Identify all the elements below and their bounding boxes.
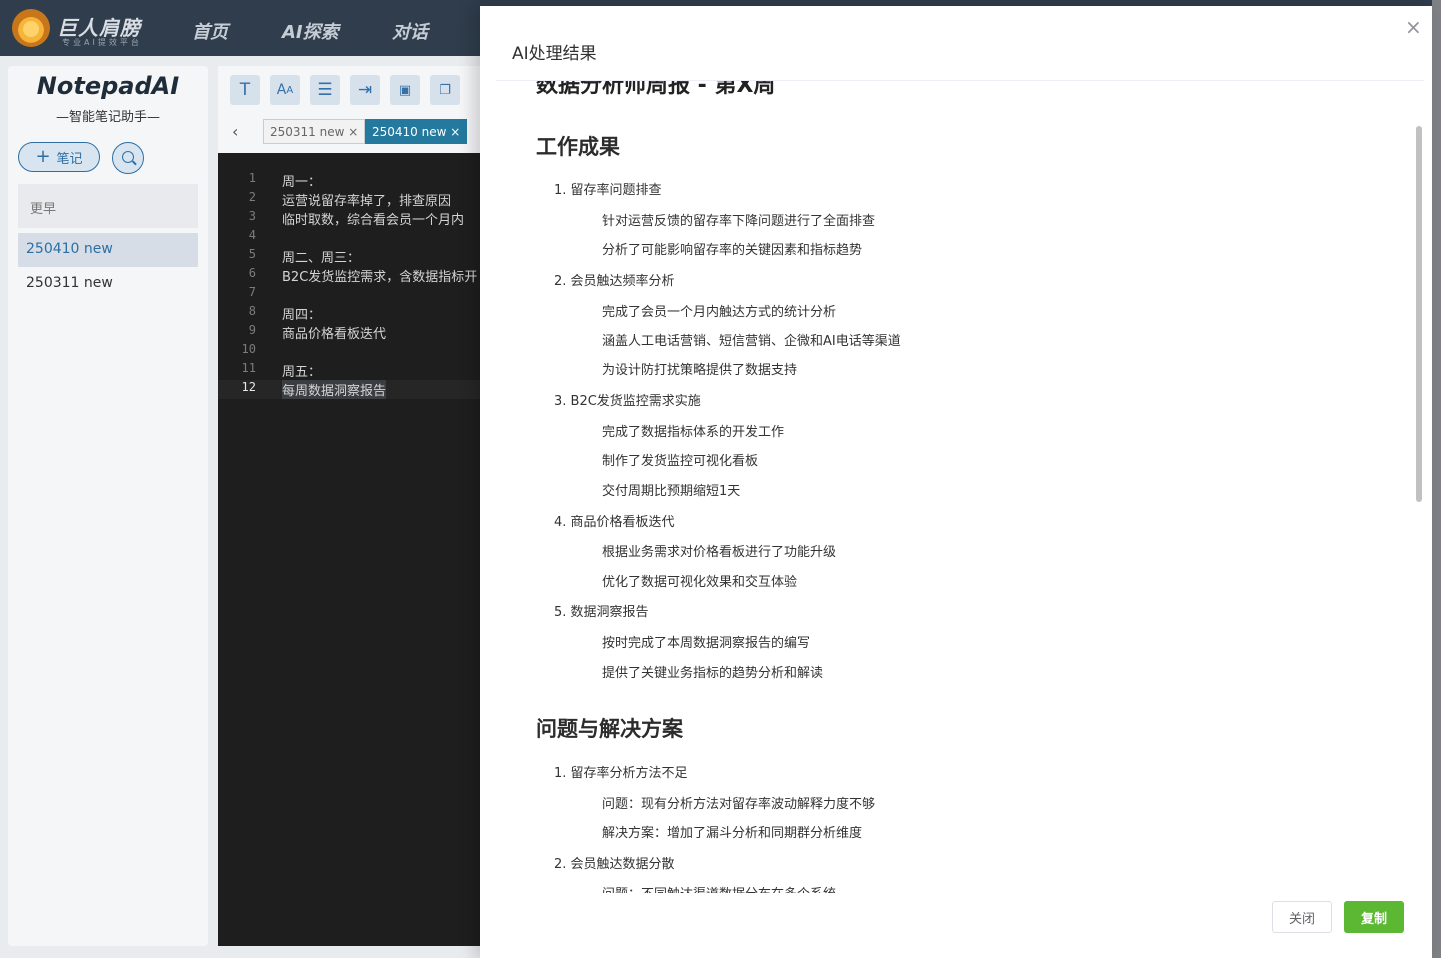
save-icon[interactable]: ▣ bbox=[390, 75, 420, 105]
section-heading: 工作成果 bbox=[536, 135, 620, 159]
list-item: 1. 留存率问题排查 bbox=[554, 183, 662, 198]
scrollbar-thumb[interactable] bbox=[1416, 126, 1422, 502]
indent-icon[interactable]: ⇥ bbox=[350, 75, 380, 105]
close-icon[interactable]: × bbox=[1405, 17, 1422, 37]
note-item-250410[interactable]: 250410 new bbox=[18, 233, 198, 267]
brand-title: NotepadAI bbox=[36, 72, 180, 100]
code-editor[interactable]: 1 周一： 2 运营说留存率掉了，排查原因 3 临时取数，综合看会员一个月内 4 5周… bbox=[218, 153, 480, 946]
list-item: 1. 留存率分析方法不足 bbox=[554, 766, 688, 781]
close-button[interactable]: 关闭 bbox=[1272, 901, 1332, 933]
list-item: 2. 会员触达频率分析 bbox=[554, 274, 675, 289]
copy-button[interactable]: 复制 bbox=[1344, 901, 1404, 933]
code-line: 10 bbox=[241, 342, 256, 356]
list-subitem: 制作了发货监控可视化看板 bbox=[602, 454, 759, 469]
font-size-icon[interactable]: AA bbox=[270, 75, 300, 105]
list-subitem: 完成了会员一个月内触达方式的统计分析 bbox=[602, 305, 837, 320]
list-subitem: 分析了可能影响留存率的关键因素和指标趋势 bbox=[602, 243, 863, 258]
code-line: 2 运营说留存率掉了，排查原因 bbox=[248, 190, 452, 209]
note-item-250311[interactable]: 250311 new bbox=[18, 267, 198, 301]
add-note-button[interactable]: + 笔记 bbox=[18, 142, 100, 172]
copy-icon[interactable]: ❐ bbox=[430, 75, 460, 105]
code-line: 6 B2C发货监控需求，含数据指标开 bbox=[248, 266, 478, 285]
code-line: 11 周五： bbox=[241, 361, 322, 380]
nav-ai-explore[interactable]: AI探索 bbox=[282, 18, 339, 44]
ai-result-drawer: AI处理结果 × 数据分析师周报 - 第X周 工作成果 1. 留存率问题排查 针… bbox=[480, 6, 1432, 958]
code-line: 1 周一： bbox=[248, 171, 322, 190]
list-subitem: 提供了关键业务指标的趋势分析和解读 bbox=[602, 666, 824, 681]
lion-logo-icon bbox=[12, 9, 50, 47]
list-subitem: 优化了数据可视化效果和交互体验 bbox=[602, 575, 798, 590]
drawer-title: AI处理结果 bbox=[512, 44, 597, 64]
group-label: 更早 bbox=[30, 202, 57, 217]
file-tab-250410[interactable]: 250410 new × bbox=[365, 119, 468, 144]
list-subitem: 涵盖人工电话营销、短信营销、企微和AI电话等渠道 bbox=[602, 334, 901, 349]
list-subitem: 交付周期比预期缩短1天 bbox=[602, 484, 741, 499]
notes-sidebar: NotepadAI —智能笔记助手— + 笔记 更早 250410 new 25… bbox=[8, 66, 208, 946]
list-subitem: 为设计防打扰策略提供了数据支持 bbox=[602, 363, 798, 378]
code-line: 9 商品价格看板迭代 bbox=[248, 323, 387, 342]
list-item: 3. B2C发货监控需求实施 bbox=[554, 394, 701, 409]
list-subitem: 针对运营反馈的留存率下降问题进行了全面排查 bbox=[602, 214, 876, 229]
list-subitem: 解决方案：增加了漏斗分析和同期群分析维度 bbox=[602, 826, 863, 841]
wrap-icon[interactable]: ☰ bbox=[310, 75, 340, 105]
code-line: 3 临时取数，综合看会员一个月内 bbox=[248, 209, 465, 228]
search-icon[interactable] bbox=[112, 142, 144, 174]
logo-subtitle: 专业AI提效平台 bbox=[62, 38, 142, 47]
code-line: 8 周四： bbox=[248, 304, 322, 323]
section-heading: 问题与解决方案 bbox=[536, 717, 683, 741]
text-icon[interactable]: T bbox=[230, 75, 260, 105]
list-subitem: 问题：现有分析方法对留存率波动解释力度不够 bbox=[602, 797, 876, 812]
code-line-current: 12 每周数据洞察报告 bbox=[218, 380, 480, 399]
file-tab-250311[interactable]: 250311 new × bbox=[263, 119, 366, 144]
list-item: 5. 数据洞察报告 bbox=[554, 605, 649, 620]
report-title: 数据分析师周报 - 第X周 bbox=[536, 81, 776, 98]
code-line: 7 bbox=[248, 285, 256, 299]
note-group-header: 更早 bbox=[18, 184, 198, 228]
nav-home[interactable]: 首页 bbox=[192, 18, 228, 44]
list-item: 2. 会员触达数据分散 bbox=[554, 857, 675, 872]
overlay-mask[interactable] bbox=[1432, 0, 1441, 958]
list-subitem: 根据业务需求对价格看板进行了功能升级 bbox=[602, 545, 837, 560]
plus-icon: + bbox=[35, 146, 51, 167]
brand-subtitle: —智能笔记助手— bbox=[55, 110, 160, 125]
list-item: 4. 商品价格看板迭代 bbox=[554, 515, 675, 530]
code-line: 5 周二、周三： bbox=[248, 247, 361, 266]
drawer-content[interactable]: 数据分析师周报 - 第X周 工作成果 1. 留存率问题排查 针对运营反馈的留存率… bbox=[480, 81, 1432, 893]
code-line: 4 bbox=[248, 228, 256, 242]
chevron-left-icon[interactable]: ‹ bbox=[232, 122, 238, 141]
list-subitem: 按时完成了本周数据洞察报告的编写 bbox=[602, 636, 811, 651]
list-subitem: 问题：不同触达渠道数据分布在多个系统 bbox=[602, 883, 836, 893]
list-subitem: 完成了数据指标体系的开发工作 bbox=[602, 425, 785, 440]
nav-chat[interactable]: 对话 bbox=[392, 18, 428, 44]
add-note-label: 笔记 bbox=[56, 151, 83, 167]
